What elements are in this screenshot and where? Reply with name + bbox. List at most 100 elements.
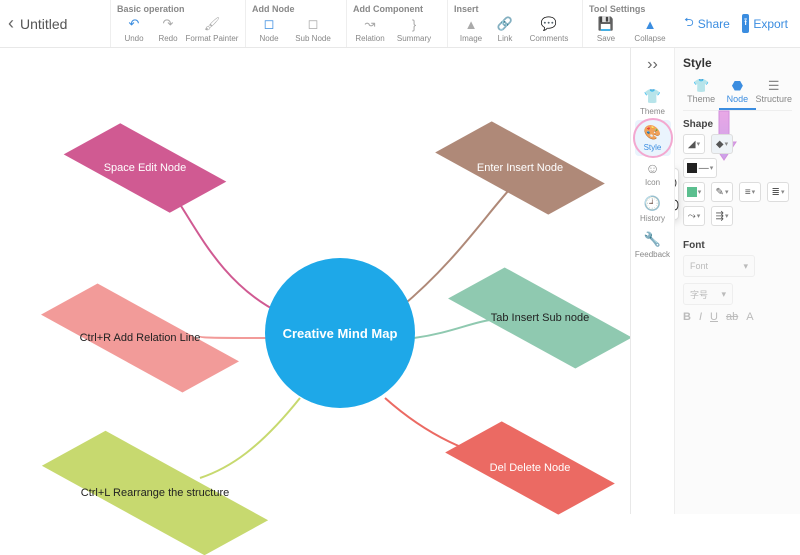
node-label: Enter Insert Node [469,162,571,174]
side-icon[interactable]: ☺Icon [635,156,671,191]
format-a[interactable]: A [746,311,753,323]
border-width-button[interactable]: —▾ [683,158,717,178]
side-item-label: History [640,214,665,223]
comments-icon: 💬 [541,16,557,32]
style-pane: Style 👕Theme⬣Node☰Structure Shape ◢▾ ◆▾ … [675,48,800,514]
side-item-label: Style [644,143,662,152]
tab-node[interactable]: ⬣Node [719,78,755,110]
node-label: Tab Insert Sub node [483,312,597,324]
toolbar-image[interactable]: ▲ Image [454,16,488,43]
branch-style-button[interactable]: ⤳▾ [683,206,705,226]
side-style[interactable]: 🎨 Style [635,120,671,156]
document-title[interactable]: Untitled [20,16,67,32]
border-swatch [687,163,697,173]
mindmap-node[interactable]: Del Delete Node [450,428,610,508]
text-format-row: BIUab A [683,311,792,323]
format-u[interactable]: U [710,311,718,323]
side-history[interactable]: 🕘 History [635,191,671,227]
relation-icon: ↝ [365,16,376,32]
toolbar-group: Tool Settings💾Save▲Collapse [582,0,683,47]
export-label: Export [753,17,788,31]
theme-icon: 👕 [644,88,661,105]
mindmap-node[interactable]: Ctrl+L Rearrange the structure [40,448,270,538]
shape-stadium[interactable] [675,197,680,213]
toolbar-item-label: Sub Node [295,34,331,43]
center-node-label: Creative Mind Map [283,326,398,341]
undo-icon: ↶ [129,16,140,32]
toolbar-item-label: Collapse [634,34,665,43]
toolbar-comments[interactable]: 💬Comments [522,16,576,43]
format-ab[interactable]: ab [726,311,738,323]
toolbar-undo[interactable]: ↶Undo [117,16,151,43]
branch-icon: ⤳ [688,211,696,222]
feedback-icon: 🔧 [644,231,661,248]
line-color-button[interactable]: ▾ [683,182,705,202]
save-icon: 💾 [598,16,614,32]
toolbar-summary[interactable]: }Summary [387,16,441,43]
toolbar-collapse[interactable]: ▲Collapse [623,16,677,43]
side-item-label: Feedback [635,250,670,259]
image-icon: ▲ [465,16,478,32]
mindmap-node[interactable]: Enter Insert Node [440,128,600,208]
font-section-label: Font [683,240,792,251]
mindmap-node[interactable]: Tab Insert Sub node [450,278,630,358]
style-icon: 🎨 [644,124,661,141]
font-section: Font Font▾ 字号▾ BIUab A [683,240,792,323]
toolbar-node[interactable]: ◻Node [252,16,286,43]
font-size-select[interactable]: 字号▾ [683,283,733,305]
history-icon: 🕘 [644,195,661,212]
shape-icon: ◆ [716,139,724,150]
collapse-panel-icon[interactable]: ›› [647,56,658,74]
tab-structure[interactable]: ☰Structure [756,78,793,110]
toolbar-item-label: Image [460,34,482,43]
mindmap-canvas[interactable]: Creative Mind Map Space Edit Node Ctrl+R … [0,48,630,514]
side-theme[interactable]: 👕 Theme [635,84,671,120]
top-right-actions: ⮌ Share ⭱ Export [684,0,800,47]
toolbar-group: Insert▲Image🔗Link💬Comments [447,0,582,47]
toolbar-item-label: Format Painter [186,34,239,43]
fill-color-button[interactable]: ◢▾ [683,134,705,154]
toolbar-relation[interactable]: ↝Relation [353,16,387,43]
format-painter-icon: 🖌 [204,16,221,32]
icon-icon: ☺ [645,160,659,176]
toolbar-item-label: Node [259,34,278,43]
layout-icon: ⇶ [716,211,724,222]
side-item-label: Theme [640,107,665,116]
mindmap-node[interactable]: Ctrl+R Add Relation Line [40,298,240,378]
layout-button[interactable]: ⇶▾ [711,206,733,226]
toolbar-item-label: Link [498,34,513,43]
format-i[interactable]: I [699,311,702,323]
line-weight-button[interactable]: ≡▾ [739,182,761,202]
redo-icon: ↷ [163,16,174,32]
center-node[interactable]: Creative Mind Map [265,258,415,408]
chevron-down-icon: ▾ [721,289,726,300]
line-style-button[interactable]: ✎▾ [711,182,733,202]
structure-tab-icon: ☰ [756,78,793,94]
font-family-select[interactable]: Font▾ [683,255,755,277]
toolbar-group: Add Node◻Node◻Sub Node [245,0,346,47]
format-b[interactable]: B [683,311,691,323]
export-button[interactable]: ⭱ Export [742,14,788,33]
group-title: Add Component [353,4,441,14]
node-label: Ctrl+R Add Relation Line [72,332,209,344]
shape-picker-button[interactable]: ◆▾ [711,134,733,154]
toolbar-group: Basic operation ↶Undo↷Redo 🖌 Format Painter [110,0,245,47]
pane-tabs: 👕Theme⬣Node☰Structure [683,78,792,111]
shape-circle[interactable] [675,175,680,191]
group-title: Basic operation [117,4,239,14]
align-button[interactable]: ≣▾ [767,182,789,202]
right-panel: ›› 👕Theme🎨Style☺Icon🕘History🔧Feedback St… [630,48,800,514]
mindmap-node[interactable]: Space Edit Node [70,128,220,208]
share-button[interactable]: ⮌ Share [684,13,730,34]
toolbar-save[interactable]: 💾Save [589,16,623,43]
toolbar-sub-node[interactable]: ◻Sub Node [286,16,340,43]
tab-theme[interactable]: 👕Theme [683,78,719,110]
node-label: Del Delete Node [482,462,579,474]
toolbar-redo[interactable]: ↷Redo [151,16,185,43]
summary-icon: } [412,16,416,32]
back-icon[interactable]: ‹ [8,13,14,34]
title-block: ‹ Untitled [0,0,110,47]
toolbar-link[interactable]: 🔗Link [488,16,522,43]
side-feedback[interactable]: 🔧 Feedback [635,227,671,263]
toolbar-format-painter[interactable]: 🖌 Format Painter [185,16,239,43]
